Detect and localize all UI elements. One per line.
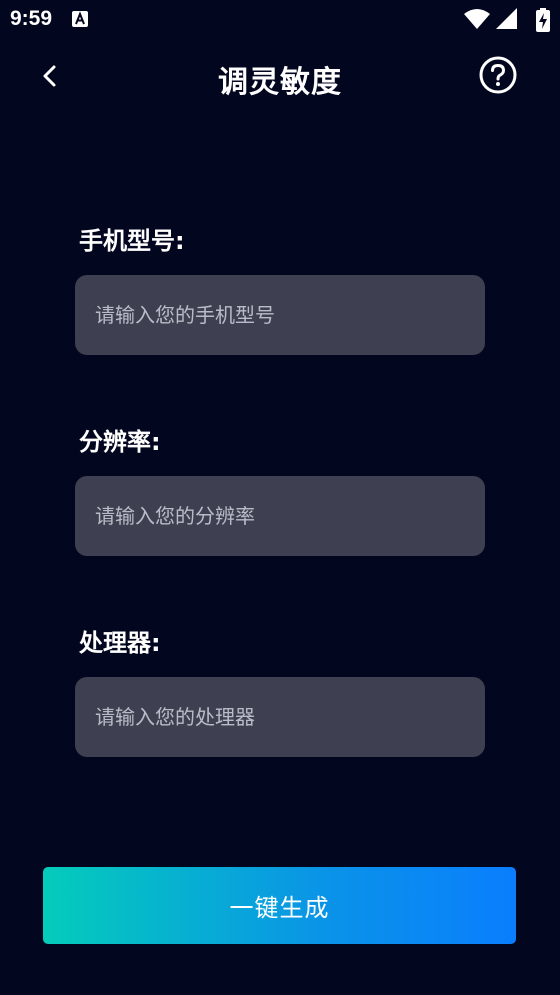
resolution-input[interactable] bbox=[75, 476, 485, 556]
resolution-label: 分辨率: bbox=[79, 428, 161, 456]
battery-charging-icon bbox=[536, 8, 550, 32]
page-title: 调灵敏度 bbox=[218, 65, 342, 100]
app-notification-icon bbox=[72, 11, 88, 27]
question-circle-icon bbox=[479, 56, 517, 94]
processor-label: 处理器: bbox=[79, 629, 161, 657]
signal-icon bbox=[496, 8, 517, 29]
help-button[interactable] bbox=[478, 55, 518, 95]
status-time: 9:59 bbox=[10, 7, 53, 30]
generate-button[interactable]: 一键生成 bbox=[43, 867, 516, 944]
wifi-icon bbox=[464, 9, 490, 29]
status-bar: 9:59 bbox=[0, 0, 560, 40]
phone-model-input[interactable] bbox=[75, 275, 485, 355]
phone-model-label: 手机型号: bbox=[79, 227, 185, 255]
nav-bar: 调灵敏度 bbox=[0, 50, 560, 100]
processor-input[interactable] bbox=[75, 677, 485, 757]
